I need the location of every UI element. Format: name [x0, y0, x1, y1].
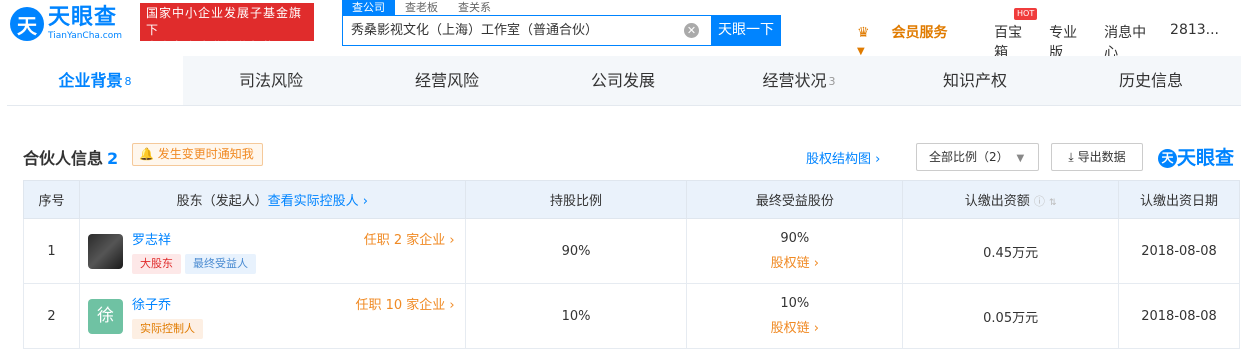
caret-down-icon: ▼: [1016, 153, 1025, 164]
actual-controller-link[interactable]: 查看实际控股人 ›: [268, 194, 368, 209]
col-index: 序号: [23, 180, 80, 219]
crown-icon: ♛: [857, 25, 870, 41]
top-header: 天 天眼查 TianYanCha.com 国家中小企业发展子基金旗下 官方备案企…: [0, 0, 1241, 61]
tab-development[interactable]: 公司发展: [535, 56, 711, 105]
section-count: 2: [107, 149, 119, 168]
logo-mark: 天: [10, 7, 44, 41]
positions-link[interactable]: 任职 10 家企业 ›: [355, 294, 454, 313]
section-title: 合伙人信息 2: [23, 149, 119, 168]
date-cell: 2018-08-08: [1118, 218, 1240, 284]
avatar[interactable]: [87, 234, 123, 269]
table-row: 1 罗志祥 大股东 最终受益人 任职 2 家企业 › 90% 90% 股权链 › …: [23, 218, 1240, 284]
site-logo[interactable]: 天 天眼查 TianYanCha.com: [10, 6, 122, 42]
avatar[interactable]: 徐: [87, 299, 123, 334]
search-tab-company[interactable]: 查公司: [342, 0, 395, 15]
clear-icon[interactable]: ✕: [684, 23, 699, 38]
search-input[interactable]: 秀桑影视文化（上海）工作室（普通合伙）: [342, 15, 712, 46]
tab-ip[interactable]: 知识产权: [887, 56, 1063, 105]
download-icon: ⤓: [1068, 150, 1074, 164]
table-header-row: 序号 股东（发起人）查看实际控股人 › 持股比例 最终受益股份 认缴出资额 ⓘ …: [23, 180, 1240, 219]
actual-controller-badge: 实际控制人: [131, 319, 203, 339]
search-tab-boss[interactable]: 查老板: [395, 0, 448, 15]
holder-cell: 罗志祥 大股东 最终受益人 任职 2 家企业 ›: [78, 218, 466, 284]
positions-link[interactable]: 任职 2 家企业 ›: [364, 229, 455, 248]
tab-history[interactable]: 历史信息: [1063, 56, 1239, 105]
col-holder: 股东（发起人）查看实际控股人 ›: [78, 180, 466, 219]
equity-chart-link[interactable]: 股权结构图 ›: [806, 148, 880, 167]
date-cell: 2018-08-08: [1118, 283, 1240, 349]
equity-chain-link[interactable]: 股权链 ›: [687, 317, 902, 336]
beneficiary-badge: 最终受益人: [184, 254, 256, 274]
bell-icon: 🔔: [139, 147, 154, 161]
search-type-tabs: 查公司 查老板 查关系: [342, 0, 501, 15]
ratio-select[interactable]: 全部比例（2） ▼: [916, 143, 1039, 171]
logo-name: 天眼查: [48, 5, 118, 30]
credential-banner: 国家中小企业发展子基金旗下 官方备案企业征信机构: [140, 3, 314, 54]
export-button[interactable]: ⤓ 导出数据: [1051, 143, 1143, 171]
ratio-cell: 10%: [464, 283, 688, 349]
benefit-cell: 10% 股权链 ›: [686, 283, 904, 349]
col-benefit: 最终受益股份: [686, 180, 904, 219]
company-tabs: 企业背景 8 司法风险 经营风险 公司发展 经营状况 3 知识产权 历史信息: [7, 56, 1241, 106]
search-tab-relation[interactable]: 查关系: [448, 0, 501, 15]
ratio-cell: 90%: [464, 218, 688, 284]
tab-operation-status[interactable]: 经营状况 3: [711, 56, 887, 105]
holder-name[interactable]: 徐子乔: [132, 294, 171, 313]
search-button[interactable]: 天眼一下: [711, 15, 781, 46]
tab-judicial-risk[interactable]: 司法风险: [183, 56, 359, 105]
tab-background[interactable]: 企业背景 8: [7, 56, 183, 105]
amount-cell: 0.05万元: [902, 283, 1120, 349]
banner-line-2: 官方备案企业征信机构: [146, 40, 277, 54]
equity-chain-link[interactable]: 股权链 ›: [687, 252, 902, 271]
row-index: 2: [23, 283, 80, 349]
help-icon[interactable]: ⓘ: [1034, 195, 1045, 208]
row-index: 1: [23, 218, 80, 284]
holder-cell: 徐 徐子乔 实际控制人 任职 10 家企业 ›: [78, 283, 466, 349]
col-date: 认缴出资日期: [1118, 180, 1240, 219]
table-row: 2 徐 徐子乔 实际控制人 任职 10 家企业 › 10% 10% 股权链 › 0…: [23, 283, 1240, 349]
sort-icon[interactable]: ⇅: [1049, 198, 1057, 208]
col-amount: 认缴出资额 ⓘ ⇅: [902, 180, 1120, 219]
logo-mark-small: 天: [1158, 149, 1177, 168]
col-ratio: 持股比例: [464, 180, 688, 219]
notify-change-button[interactable]: 🔔 发生变更时通知我: [132, 143, 263, 166]
amount-cell: 0.45万元: [902, 218, 1120, 284]
tab-operation-risk[interactable]: 经营风险: [359, 56, 535, 105]
partner-table: 序号 股东（发起人）查看实际控股人 › 持股比例 最终受益股份 认缴出资额 ⓘ …: [23, 180, 1240, 349]
benefit-cell: 90% 股权链 ›: [686, 218, 904, 284]
tianyancha-watermark: 天天眼查: [1158, 143, 1234, 170]
banner-line-1: 国家中小企业发展子基金旗下: [146, 6, 303, 37]
hot-badge: HOT: [1014, 8, 1038, 20]
logo-domain: TianYanCha.com: [48, 31, 123, 41]
major-shareholder-badge: 大股东: [131, 254, 181, 274]
holder-name[interactable]: 罗志祥: [132, 229, 171, 248]
